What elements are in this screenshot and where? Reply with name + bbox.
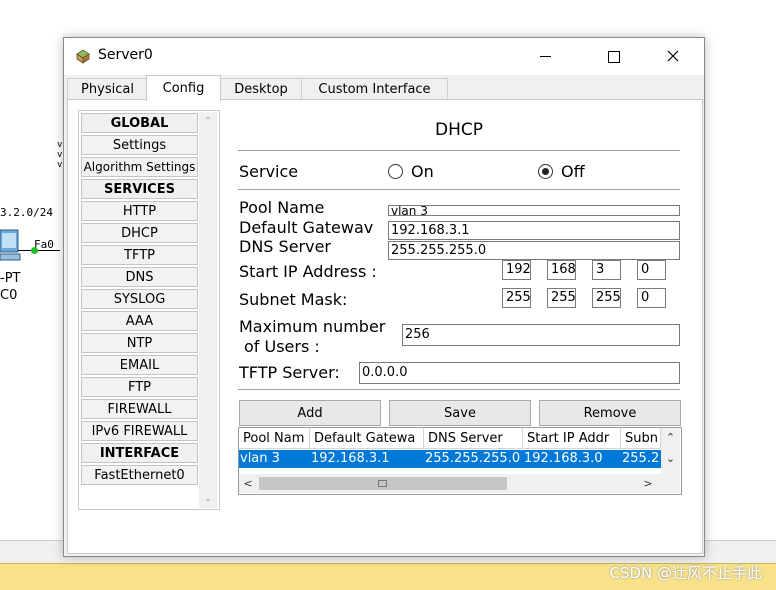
pc-device-icon[interactable] [0,228,22,261]
config-menu: GLOBAL Settings Algorithm Settings SERVI… [78,110,220,510]
subnet-mask-octet-2[interactable]: 255 [547,288,576,308]
chevron-left-icon[interactable]: < [241,474,255,493]
table-cell-default-gateway[interactable]: 192.168.3.1 [310,450,425,468]
service-on-radio[interactable] [388,164,403,179]
watermark: CSDN @辻风不止手此 [609,564,762,582]
minimize-button[interactable] [522,38,568,75]
divider [238,150,680,151]
pool-name-label: Pool Name [239,198,325,217]
dhcp-panel: DHCP Service On Off Pool Name vlan 3 Def… [238,100,698,550]
menu-scrollbar[interactable]: ⌃ ⌄ [199,112,217,508]
subnet-mask-octet-3[interactable]: 255 [592,288,621,308]
start-ip-octet-4[interactable]: 0 [637,260,666,280]
menu-item-http[interactable]: HTTP [81,201,198,221]
menu-header-services: SERVICES [81,179,198,199]
maximize-icon [608,50,620,63]
pool-table-header-pool-name[interactable]: Pool Nam [239,428,310,449]
device-name-label: C0 [0,288,18,303]
scroll-up-icon[interactable]: ⌃ [199,113,217,129]
dns-server-label: DNS Server [239,237,331,256]
service-label: Service [239,162,299,181]
tftp-server-field[interactable]: 0.0.0.0 [359,362,680,384]
service-off-label[interactable]: Off [561,162,585,181]
pool-table-header-default-gateway[interactable]: Default Gatewa [310,428,424,449]
title-bar[interactable]: Server0 [64,38,704,75]
divider [238,389,680,390]
menu-item-ipv6-firewall[interactable]: IPv6 FIREWALL [81,421,198,441]
menu-item-dhcp[interactable]: DHCP [81,223,198,243]
menu-item-algorithm-settings[interactable]: Algorithm Settings [81,157,198,177]
pool-table-header-subnet[interactable]: Subn [621,428,661,449]
minimize-icon [539,56,551,57]
chevron-up-icon[interactable]: ⌃ [661,430,680,446]
tab-desktop[interactable]: Desktop [219,78,303,100]
close-icon [667,47,679,66]
device-type-label: -PT [0,271,21,286]
chevron-right-icon[interactable]: > [641,474,655,493]
menu-item-fastethernet0[interactable]: FastEthernet0 [81,465,198,485]
config-content: GLOBAL Settings Algorithm Settings SERVI… [67,99,703,554]
menu-header-interface: INTERFACE [81,443,198,463]
tab-physical[interactable]: Physical [67,78,148,100]
table-horizontal-scrollbar[interactable]: < > [239,474,680,493]
window-title: Server0 [98,47,153,63]
link-status-dot [31,247,38,254]
table-cell-dns-server[interactable]: 255.255.255.0 [424,450,524,468]
subnet-mask-label: Subnet Mask: [239,290,348,309]
table-cell-pool-name[interactable]: vlan 3 [239,450,311,468]
tab-bar: Physical Config Desktop Custom Interface [64,75,704,101]
network-label: 3.2.0/24 [0,206,53,219]
default-gateway-field[interactable]: 192.168.3.1 [388,221,680,240]
bg-text-fragment: vvv [57,140,63,170]
dns-server-field[interactable]: 255.255.255.0 [388,241,680,260]
menu-item-firewall[interactable]: FIREWALL [81,399,198,419]
menu-header-global: GLOBAL [81,113,198,133]
server-window: Server0 Physical Config Desktop Custom I… [63,37,705,557]
start-ip-octet-1[interactable]: 192 [502,260,531,280]
tftp-server-label: TFTP Server: [239,363,340,382]
chevron-down-icon[interactable]: ⌄ [661,451,680,467]
table-scroll-thumb[interactable] [259,477,507,490]
menu-item-settings[interactable]: Settings [81,135,198,155]
menu-item-aaa[interactable]: AAA [81,311,198,331]
max-users-field[interactable]: 256 [402,324,680,346]
table-cell-start-ip[interactable]: 192.168.3.0 [523,450,622,468]
default-gateway-label: Default Gatewav [239,218,374,237]
pool-table-header-dns-server[interactable]: DNS Server [424,428,523,449]
menu-item-ftp[interactable]: FTP [81,377,198,397]
table-cell-subnet[interactable]: 255.2 [621,450,662,468]
pool-name-field[interactable]: vlan 3 [388,205,680,216]
pool-table: Pool Nam Default Gatewa DNS Server Start… [238,427,682,495]
scroll-down-icon[interactable]: ⌄ [199,490,217,506]
subnet-mask-octet-1[interactable]: 255 [502,288,531,308]
max-users-label-line-1: Maximum number [239,317,386,336]
save-button[interactable]: Save [389,400,531,426]
tab-config[interactable]: Config [146,75,221,101]
tab-custom-interface[interactable]: Custom Interface [301,78,448,100]
remove-button[interactable]: Remove [539,400,681,426]
start-ip-octet-2[interactable]: 168 [547,260,576,280]
menu-item-email[interactable]: EMAIL [81,355,198,375]
maximize-button[interactable] [591,38,637,75]
max-users-label-line-2: of Users : [244,337,320,356]
server-app-icon [75,48,91,64]
start-ip-octet-3[interactable]: 3 [592,260,621,280]
grip-icon [378,480,387,487]
service-off-radio[interactable] [538,164,553,179]
divider [238,189,680,190]
subnet-mask-octet-4[interactable]: 0 [637,288,666,308]
dhcp-heading: DHCP [435,120,483,140]
menu-item-ntp[interactable]: NTP [81,333,198,353]
table-vertical-scrollbar[interactable]: ⌃ ⌄ [661,428,680,474]
start-ip-label: Start IP Address : [239,262,377,281]
close-button[interactable] [650,38,696,75]
menu-item-syslog[interactable]: SYSLOG [81,289,198,309]
service-on-label[interactable]: On [411,162,434,181]
menu-item-tftp[interactable]: TFTP [81,245,198,265]
menu-item-dns[interactable]: DNS [81,267,198,287]
pool-table-header-start-ip[interactable]: Start IP Addr [523,428,621,449]
add-button[interactable]: Add [239,400,381,426]
